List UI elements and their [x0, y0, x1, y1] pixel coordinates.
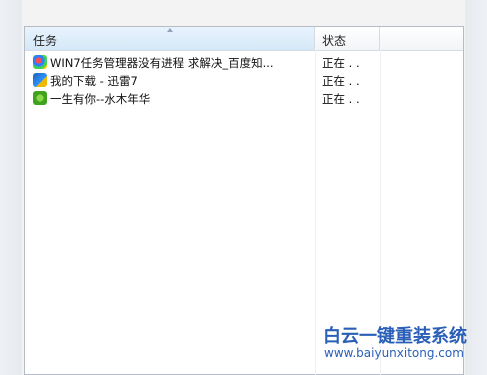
task-title: 我的下载 - 迅雷7 — [50, 74, 138, 88]
column-header-task-label: 任务 — [33, 34, 58, 48]
table-row[interactable]: WIN7任务管理器没有进程 求解决_百度知... 正在 . . — [25, 54, 463, 72]
column-header-status-label: 状态 — [322, 34, 347, 48]
column-header-status[interactable]: 状态 — [315, 27, 380, 50]
task-status: 正在 . . — [322, 74, 360, 88]
sort-up-icon — [167, 28, 173, 32]
column-header-empty — [380, 27, 465, 50]
music-icon — [33, 91, 47, 105]
xunlei-icon — [33, 73, 47, 87]
window-right-edge — [465, 0, 487, 375]
table-row[interactable]: 一生有你--水木年华 正在 . . — [25, 90, 463, 108]
task-status: 正在 . . — [322, 92, 360, 106]
column-header-task[interactable]: 任务 — [25, 27, 315, 50]
window-left-edge — [0, 0, 22, 375]
task-manager-window: 任务 状态 WIN7任务管理器没有进程 求解决_百度知... 正在 . . 我的… — [0, 0, 487, 375]
task-title: 一生有你--水木年华 — [50, 92, 151, 106]
list-header: 任务 状态 — [25, 27, 463, 51]
task-status: 正在 . . — [322, 56, 360, 70]
ie-icon — [33, 55, 47, 69]
task-title: WIN7任务管理器没有进程 求解决_百度知... — [50, 56, 274, 70]
table-row[interactable]: 我的下载 - 迅雷7 正在 . . — [25, 72, 463, 90]
watermark-title: 白云一键重装系统 — [323, 326, 467, 347]
watermark-url: www.baiyunxitong.com — [324, 346, 464, 360]
